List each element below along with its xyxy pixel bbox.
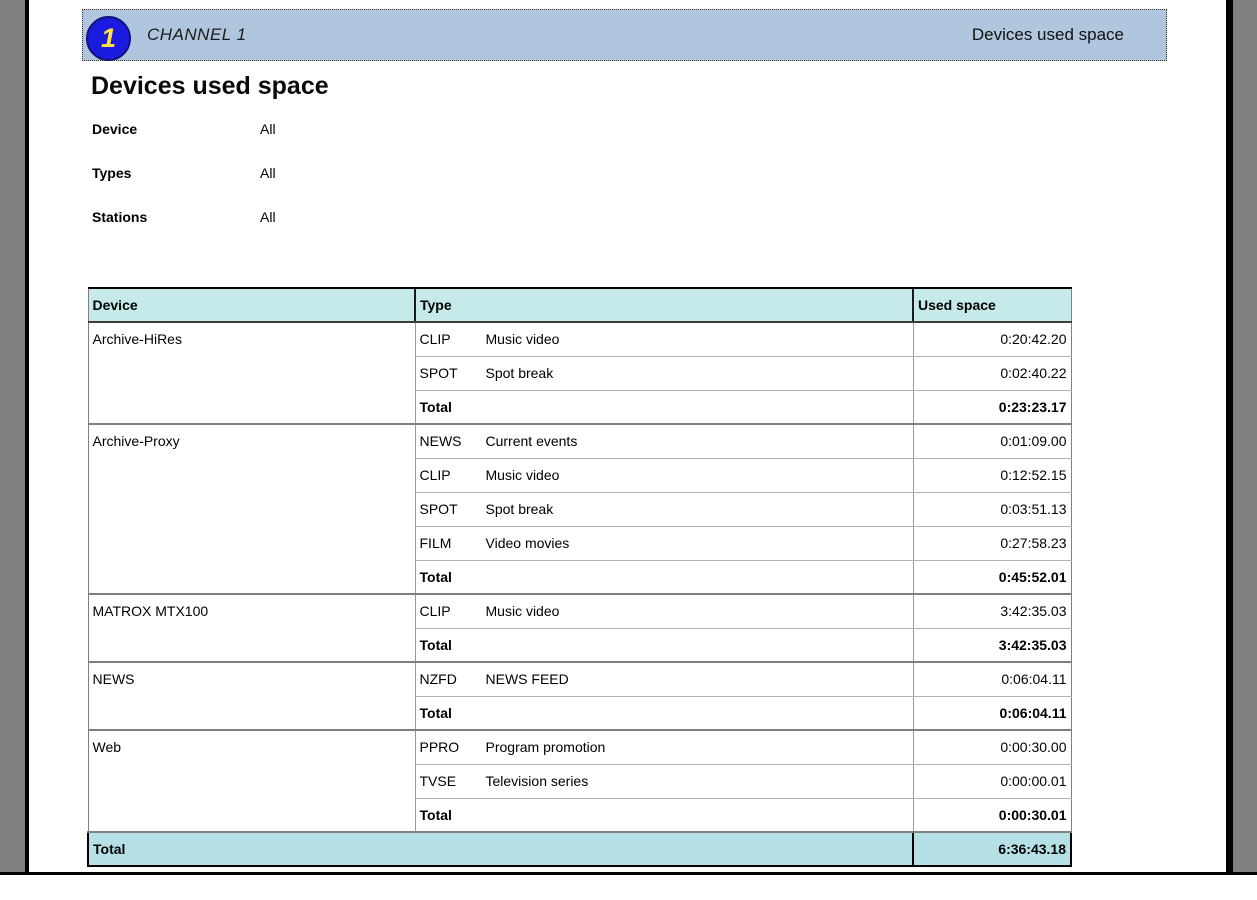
type-cell: SPOTSpot break — [415, 356, 913, 390]
type-cell: TVSETelevision series — [415, 764, 913, 798]
group-total-value: 0:06:04.11 — [913, 696, 1071, 730]
type-cell: CLIPMusic video — [415, 594, 913, 628]
type-code: CLIP — [420, 603, 486, 619]
device-name-cell: MATROX MTX100 — [88, 594, 415, 662]
used-space-cell: 0:27:58.23 — [913, 526, 1071, 560]
filter-types: Types All — [92, 165, 276, 209]
filters: Device All Types All Stations All — [92, 121, 276, 253]
table-row: Archive-HiRes CLIPMusic video 0:20:42.20 — [88, 322, 1071, 356]
used-space-cell: 0:03:51.13 — [913, 492, 1071, 526]
table-row: NEWS NZFDNEWS FEED 0:06:04.11 — [88, 662, 1071, 696]
group-total-value: 0:45:52.01 — [913, 560, 1071, 594]
channel-number: 1 — [101, 23, 116, 54]
type-description: Spot break — [486, 365, 554, 381]
grand-total-row: Total 6:36:43.18 — [88, 832, 1071, 866]
group-total-label: Total — [415, 560, 913, 594]
type-description: Music video — [486, 331, 560, 347]
type-cell: FILMVideo movies — [415, 526, 913, 560]
page-border-bottom — [0, 872, 1257, 875]
used-space-cell: 0:01:09.00 — [913, 424, 1071, 458]
type-description: Program promotion — [486, 739, 606, 755]
filter-value: All — [260, 165, 276, 181]
type-code: FILM — [420, 535, 486, 551]
type-description: Video movies — [486, 535, 570, 551]
type-cell: SPOTSpot break — [415, 492, 913, 526]
filter-stations: Stations All — [92, 209, 276, 253]
type-description: Current events — [486, 433, 578, 449]
used-space-cell: 3:42:35.03 — [913, 594, 1071, 628]
device-name-cell: Archive-Proxy — [88, 424, 415, 594]
type-cell: CLIPMusic video — [415, 458, 913, 492]
group-total-value: 0:23:23.17 — [913, 390, 1071, 424]
type-code: TVSE — [420, 773, 486, 789]
type-description: Television series — [486, 773, 589, 789]
window-frame-right — [1233, 0, 1257, 873]
grand-total-value: 6:36:43.18 — [913, 832, 1071, 866]
type-description: NEWS FEED — [486, 671, 569, 687]
device-name-cell: NEWS — [88, 662, 415, 730]
used-space-cell: 0:12:52.15 — [913, 458, 1071, 492]
report-table-container: Device Type Used space Archive-HiRes CLI… — [87, 287, 1072, 867]
filter-label: Stations — [92, 209, 260, 225]
used-space-cell: 0:00:00.01 — [913, 764, 1071, 798]
used-space-cell: 0:06:04.11 — [913, 662, 1071, 696]
type-code: NEWS — [420, 433, 486, 449]
channel-name: CHANNEL 1 — [147, 25, 247, 45]
channel-number-badge: 1 — [86, 16, 131, 61]
type-code: NZFD — [420, 671, 486, 687]
group-total-value: 0:00:30.01 — [913, 798, 1071, 832]
type-description: Music video — [486, 603, 560, 619]
type-cell: CLIPMusic video — [415, 322, 913, 356]
group-total-label: Total — [415, 696, 913, 730]
type-description: Music video — [486, 467, 560, 483]
type-code: SPOT — [420, 365, 486, 381]
table-header-row: Device Type Used space — [88, 288, 1071, 322]
filter-value: All — [260, 121, 276, 137]
group-total-label: Total — [415, 628, 913, 662]
window-frame-left — [0, 0, 25, 873]
page-border-left — [25, 0, 29, 873]
devices-used-space-table: Device Type Used space Archive-HiRes CLI… — [87, 287, 1072, 867]
type-cell: NZFDNEWS FEED — [415, 662, 913, 696]
banner-report-title: Devices used space — [972, 25, 1166, 45]
device-name-cell: Web — [88, 730, 415, 832]
device-name-cell: Archive-HiRes — [88, 322, 415, 424]
type-description: Spot break — [486, 501, 554, 517]
report-banner: 1 CHANNEL 1 Devices used space — [82, 9, 1167, 61]
filter-value: All — [260, 209, 276, 225]
page-title: Devices used space — [91, 72, 329, 101]
page-border-right — [1226, 0, 1233, 873]
type-code: PPRO — [420, 739, 486, 755]
type-code: CLIP — [420, 467, 486, 483]
table-row: Archive-Proxy NEWSCurrent events 0:01:09… — [88, 424, 1071, 458]
used-space-cell: 0:00:30.00 — [913, 730, 1071, 764]
column-header-type: Type — [415, 288, 913, 322]
table-row: MATROX MTX100 CLIPMusic video 3:42:35.03 — [88, 594, 1071, 628]
used-space-cell: 0:20:42.20 — [913, 322, 1071, 356]
filter-device: Device All — [92, 121, 276, 165]
group-total-label: Total — [415, 798, 913, 832]
group-total-value: 3:42:35.03 — [913, 628, 1071, 662]
filter-label: Types — [92, 165, 260, 181]
type-cell: PPROProgram promotion — [415, 730, 913, 764]
column-header-used-space: Used space — [913, 288, 1071, 322]
used-space-cell: 0:02:40.22 — [913, 356, 1071, 390]
type-cell: NEWSCurrent events — [415, 424, 913, 458]
grand-total-label: Total — [88, 832, 913, 866]
group-total-label: Total — [415, 390, 913, 424]
type-code: SPOT — [420, 501, 486, 517]
column-header-device: Device — [88, 288, 415, 322]
table-row: Web PPROProgram promotion 0:00:30.00 — [88, 730, 1071, 764]
type-code: CLIP — [420, 331, 486, 347]
filter-label: Device — [92, 121, 260, 137]
